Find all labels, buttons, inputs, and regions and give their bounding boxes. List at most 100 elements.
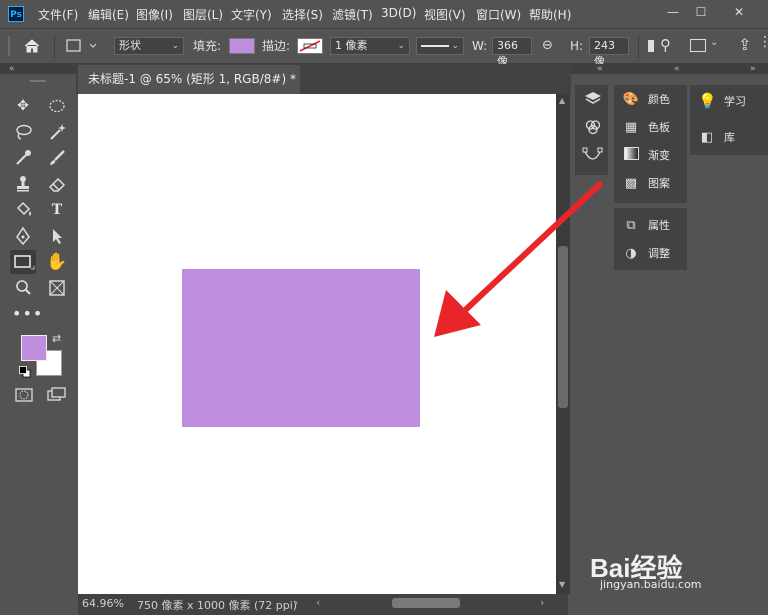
- marquee-tool[interactable]: [46, 95, 68, 117]
- solid-line-icon: [421, 45, 449, 47]
- magic-wand-tool[interactable]: [46, 121, 68, 143]
- properties-icon: ⧉: [626, 217, 636, 233]
- menu-layer[interactable]: 图层(L): [183, 6, 223, 23]
- minimize-button[interactable]: —: [660, 4, 686, 20]
- quick-mask-button[interactable]: [14, 386, 36, 404]
- pen-icon: [16, 226, 30, 246]
- collapse-panel-icon[interactable]: »: [750, 64, 756, 74]
- path-operations-icon[interactable]: [648, 40, 654, 52]
- link-icon[interactable]: ⊖: [542, 38, 553, 53]
- rectangle-shape[interactable]: [182, 269, 420, 427]
- move-tool[interactable]: ✥: [12, 95, 34, 117]
- width-input[interactable]: 366 像: [492, 37, 532, 68]
- chevron-right-icon[interactable]: ›: [294, 596, 298, 609]
- swatches-icon: ▦: [624, 119, 638, 135]
- magic-wand-icon: [50, 124, 66, 140]
- gradient-icon: [622, 146, 640, 164]
- brush-tool[interactable]: [46, 147, 68, 169]
- close-window-button[interactable]: ✕: [726, 4, 752, 20]
- height-input[interactable]: 243 像: [589, 37, 629, 68]
- lasso-icon: [16, 124, 32, 140]
- no-stroke-icon: [299, 40, 321, 52]
- more-tools-button[interactable]: •••: [12, 303, 42, 325]
- foreground-color-swatch[interactable]: [21, 335, 47, 361]
- eyedropper-tool[interactable]: [12, 147, 34, 169]
- channels-icon[interactable]: [584, 118, 602, 136]
- quick-mask-icon: [15, 388, 33, 402]
- tool-preset-picker[interactable]: [64, 38, 100, 54]
- maximize-button[interactable]: ☐: [688, 4, 714, 20]
- layers-icon[interactable]: [584, 90, 602, 108]
- home-icon: [24, 39, 40, 53]
- eraser-tool[interactable]: [46, 173, 68, 195]
- library-icon: ◧: [700, 129, 714, 145]
- panel-dock-right: [690, 74, 768, 615]
- options-grip: [8, 36, 10, 56]
- zoom-level[interactable]: 64.96%: [82, 597, 124, 610]
- hand-tool[interactable]: ✋: [46, 251, 68, 273]
- workspace-icon[interactable]: [690, 39, 706, 52]
- stroke-color-swatch[interactable]: [297, 38, 323, 54]
- menu-select[interactable]: 选择(S): [282, 6, 323, 23]
- paths-icon[interactable]: [582, 146, 604, 164]
- horizontal-scroll-thumb[interactable]: [392, 598, 460, 608]
- document-tab[interactable]: 未标题-1 @ 65% (矩形 1, RGB/8#) * ×: [78, 65, 300, 115]
- frame-tool[interactable]: [46, 277, 68, 299]
- chevron-right-icon[interactable]: ›: [540, 596, 544, 609]
- menu-window[interactable]: 窗口(W): [476, 6, 521, 23]
- panel-properties[interactable]: ⧉ 属性: [614, 211, 687, 239]
- stamp-tool[interactable]: [12, 173, 34, 195]
- scroll-down-icon[interactable]: ▼: [559, 580, 565, 589]
- palette-icon: 🎨: [622, 91, 640, 107]
- screen-mode-button[interactable]: [46, 386, 68, 404]
- panel-gradients[interactable]: 渐变: [614, 141, 687, 169]
- overflow-icon[interactable]: ⋮: [758, 34, 768, 50]
- type-tool[interactable]: T: [46, 199, 68, 221]
- zoom-tool[interactable]: [12, 277, 34, 299]
- menu-filter[interactable]: 滤镜(T): [332, 6, 373, 23]
- pen-tool[interactable]: [12, 225, 34, 247]
- panel-swatches[interactable]: ▦ 色板: [614, 113, 687, 141]
- menu-view[interactable]: 视图(V): [424, 6, 466, 23]
- path-selection-tool[interactable]: [46, 225, 68, 247]
- default-colors-icon[interactable]: [19, 366, 31, 378]
- stroke-width-value: 1 像素: [335, 39, 368, 52]
- panel-libraries[interactable]: ◧ 库: [690, 122, 768, 152]
- tool-mode-select[interactable]: 形状 ⌄: [114, 37, 184, 55]
- stroke-width-field[interactable]: 1 像素 ⌄: [330, 37, 410, 55]
- vertical-scroll-thumb[interactable]: [558, 246, 568, 408]
- panel-learn[interactable]: 💡 学习: [690, 86, 768, 116]
- collapse-panel-icon[interactable]: «: [674, 64, 680, 74]
- scroll-up-icon[interactable]: ▲: [559, 96, 565, 105]
- height-label: H:: [570, 39, 584, 53]
- screen-mode-icon: [47, 387, 66, 401]
- panel-color[interactable]: 🎨 颜色: [614, 85, 687, 113]
- brush-icon: [50, 150, 65, 165]
- menu-image[interactable]: 图像(I): [136, 6, 173, 23]
- menu-edit[interactable]: 编辑(E): [88, 6, 129, 23]
- share-icon[interactable]: ⇪: [738, 35, 751, 54]
- chevron-left-icon[interactable]: ‹: [316, 596, 320, 609]
- panel-adjustments[interactable]: ◑ 调整: [614, 239, 687, 267]
- chevron-down-icon[interactable]: ⌄: [710, 37, 718, 48]
- menu-help[interactable]: 帮助(H): [529, 6, 571, 23]
- lasso-tool[interactable]: [12, 121, 34, 143]
- rectangle-preset-icon: [66, 39, 97, 52]
- collapse-toolbar-icon[interactable]: «: [9, 64, 15, 74]
- menu-3d[interactable]: 3D(D): [381, 6, 416, 20]
- photoshop-logo-icon: Ps: [8, 6, 24, 22]
- home-button[interactable]: [20, 36, 44, 56]
- menu-file[interactable]: 文件(F): [38, 6, 78, 23]
- panel-patterns[interactable]: ▩ 图案: [614, 169, 687, 197]
- adjustments-icon: ◑: [625, 245, 637, 261]
- search-icon[interactable]: ⚲: [660, 36, 671, 54]
- paint-bucket-tool[interactable]: [12, 199, 34, 221]
- rectangle-tool[interactable]: [10, 250, 36, 274]
- swap-colors-icon[interactable]: ⇄: [52, 332, 61, 345]
- fill-color-swatch[interactable]: [229, 38, 255, 54]
- collapse-panel-icon[interactable]: «: [597, 64, 603, 74]
- stroke-type-select[interactable]: ⌄: [416, 37, 464, 55]
- menu-type[interactable]: 文字(Y): [231, 6, 272, 23]
- chevron-down-icon: ⌄: [171, 41, 179, 51]
- status-bar: 64.96% 750 像素 x 1000 像素 (72 ppi) › ‹ ›: [78, 594, 568, 615]
